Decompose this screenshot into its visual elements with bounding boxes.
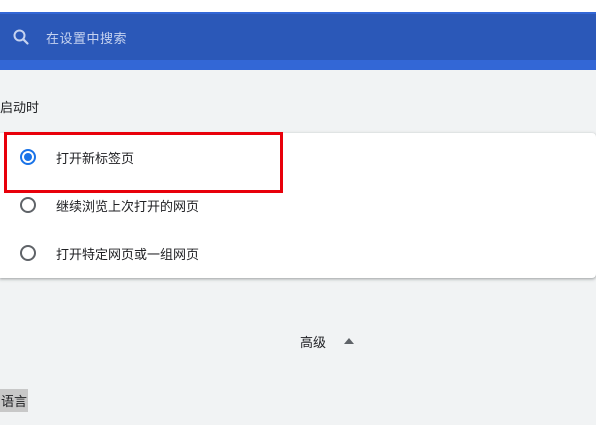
startup-option-label: 打开特定网页或一组网页 — [56, 247, 200, 263]
triangle-up-icon — [326, 338, 355, 344]
radio-unchecked-icon[interactable] — [20, 197, 36, 213]
startup-option-label: 打开新标签页 — [56, 151, 135, 167]
startup-option-specific-pages[interactable]: 打开特定网页或一组网页 — [0, 229, 596, 277]
startup-option-continue[interactable]: 继续浏览上次打开的网页 — [0, 181, 596, 229]
advanced-toggle[interactable]: 高级 — [300, 328, 355, 354]
radio-unchecked-icon[interactable] — [20, 245, 36, 261]
search-icon — [12, 28, 30, 46]
startup-options-card: 打开新标签页 继续浏览上次打开的网页 打开特定网页或一组网页 — [0, 133, 596, 278]
startup-option-new-tab[interactable]: 打开新标签页 — [0, 133, 596, 181]
search-bar[interactable]: 在设置中搜索 — [0, 14, 596, 60]
advanced-label: 高级 — [300, 335, 327, 351]
radio-checked-icon[interactable] — [20, 149, 36, 165]
startup-section-title: 启动时 — [0, 101, 40, 116]
startup-option-label: 继续浏览上次打开的网页 — [56, 199, 200, 215]
language-section-title: 语言 — [0, 389, 29, 412]
search-input[interactable]: 在设置中搜索 — [46, 28, 127, 47]
header-top-strip — [0, 0, 596, 12]
